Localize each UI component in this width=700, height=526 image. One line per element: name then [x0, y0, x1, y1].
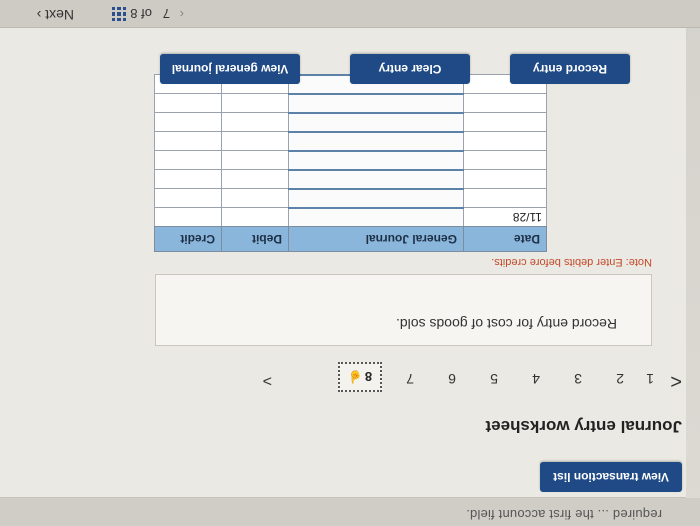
- table-row: [154, 132, 547, 151]
- journal-cell[interactable]: [288, 189, 464, 208]
- debit-cell[interactable]: [221, 113, 289, 132]
- journal-cell[interactable]: [288, 94, 464, 113]
- debit-cell[interactable]: [221, 208, 289, 227]
- view-general-journal-button[interactable]: View general journal: [160, 54, 300, 84]
- table-row: [154, 151, 547, 170]
- table-row: [154, 189, 547, 208]
- journal-cell[interactable]: [288, 170, 464, 189]
- credit-cell[interactable]: [154, 189, 222, 208]
- page-current-label: 8: [364, 369, 373, 385]
- view-transaction-list-button[interactable]: View transaction list: [540, 462, 682, 492]
- debit-cell[interactable]: [221, 189, 289, 208]
- date-cell[interactable]: [463, 113, 547, 132]
- date-cell[interactable]: [463, 170, 547, 189]
- page-1[interactable]: 1: [646, 371, 654, 387]
- page-3[interactable]: 3: [574, 371, 582, 387]
- header-credit: Credit: [154, 226, 222, 252]
- next-link[interactable]: Next ›: [37, 7, 74, 23]
- next-label: Next: [45, 7, 74, 23]
- cut-text: required ... the first account field.: [466, 507, 662, 522]
- credit-cell[interactable]: [154, 170, 222, 189]
- credit-cell[interactable]: [154, 208, 222, 227]
- debit-cell[interactable]: [221, 170, 289, 189]
- credit-cell[interactable]: [154, 113, 222, 132]
- date-cell[interactable]: [463, 94, 547, 113]
- debit-cell[interactable]: [221, 132, 289, 151]
- page-4[interactable]: 4: [532, 371, 540, 387]
- header-debit: Debit: [221, 226, 289, 252]
- page-5[interactable]: 5: [490, 371, 498, 387]
- footer-prev-icon[interactable]: ‹: [180, 7, 184, 22]
- instruction-text: Record entry for cost of goods sold.: [396, 316, 617, 332]
- table-header-row: Date General Journal Debit Credit: [154, 226, 547, 252]
- journal-cell[interactable]: [288, 132, 464, 151]
- journal-cell[interactable]: [288, 113, 464, 132]
- footer-page-number: 7: [162, 6, 170, 21]
- credit-cell[interactable]: [154, 132, 222, 151]
- page-6[interactable]: 6: [448, 371, 456, 387]
- clear-entry-button[interactable]: Clear entry: [350, 54, 470, 84]
- worksheet-title: Journal entry worksheet: [485, 417, 682, 436]
- grid-menu-icon[interactable]: [112, 7, 126, 21]
- debit-cell[interactable]: [221, 151, 289, 170]
- top-strip: required ... the first account field.: [0, 498, 700, 526]
- journal-table: Date General Journal Debit Credit 11/28: [154, 74, 547, 252]
- date-cell[interactable]: 11/28: [463, 208, 547, 227]
- page-7[interactable]: 7: [406, 371, 414, 387]
- date-cell[interactable]: [463, 189, 547, 208]
- rotated-stage: required ... the first account field. Vi…: [0, 0, 700, 526]
- date-cell[interactable]: [463, 151, 547, 170]
- prev-arrow-icon[interactable]: <: [670, 369, 682, 392]
- footer-of-total: of 8: [130, 6, 152, 21]
- record-entry-button[interactable]: Record entry: [510, 54, 630, 84]
- page-2[interactable]: 2: [616, 371, 624, 387]
- table-row: [154, 113, 547, 132]
- page-current[interactable]: 8 ☝: [338, 362, 382, 392]
- debit-cell[interactable]: [221, 94, 289, 113]
- footer-bar: ‹ 7 of 8 Next ›: [0, 0, 700, 28]
- debits-note: Note: Enter debits before credits.: [491, 256, 652, 268]
- table-row: 11/28: [154, 208, 547, 227]
- next-arrow-icon[interactable]: >: [263, 371, 272, 389]
- header-general-journal: General Journal: [288, 226, 464, 252]
- credit-cell[interactable]: [154, 151, 222, 170]
- credit-cell[interactable]: [154, 94, 222, 113]
- journal-cell[interactable]: [288, 151, 464, 170]
- date-cell[interactable]: [463, 132, 547, 151]
- worksheet-pager: < 1 2 3 4 5 6 7 8 ☝ >: [242, 362, 682, 394]
- instruction-box: Record entry for cost of goods sold.: [155, 274, 652, 346]
- table-row: [154, 94, 547, 113]
- journal-cell[interactable]: [288, 208, 464, 227]
- header-date: Date: [463, 226, 547, 252]
- table-row: [154, 170, 547, 189]
- chevron-right-icon: ›: [36, 7, 42, 23]
- hand-cursor-icon: ☝: [347, 370, 363, 384]
